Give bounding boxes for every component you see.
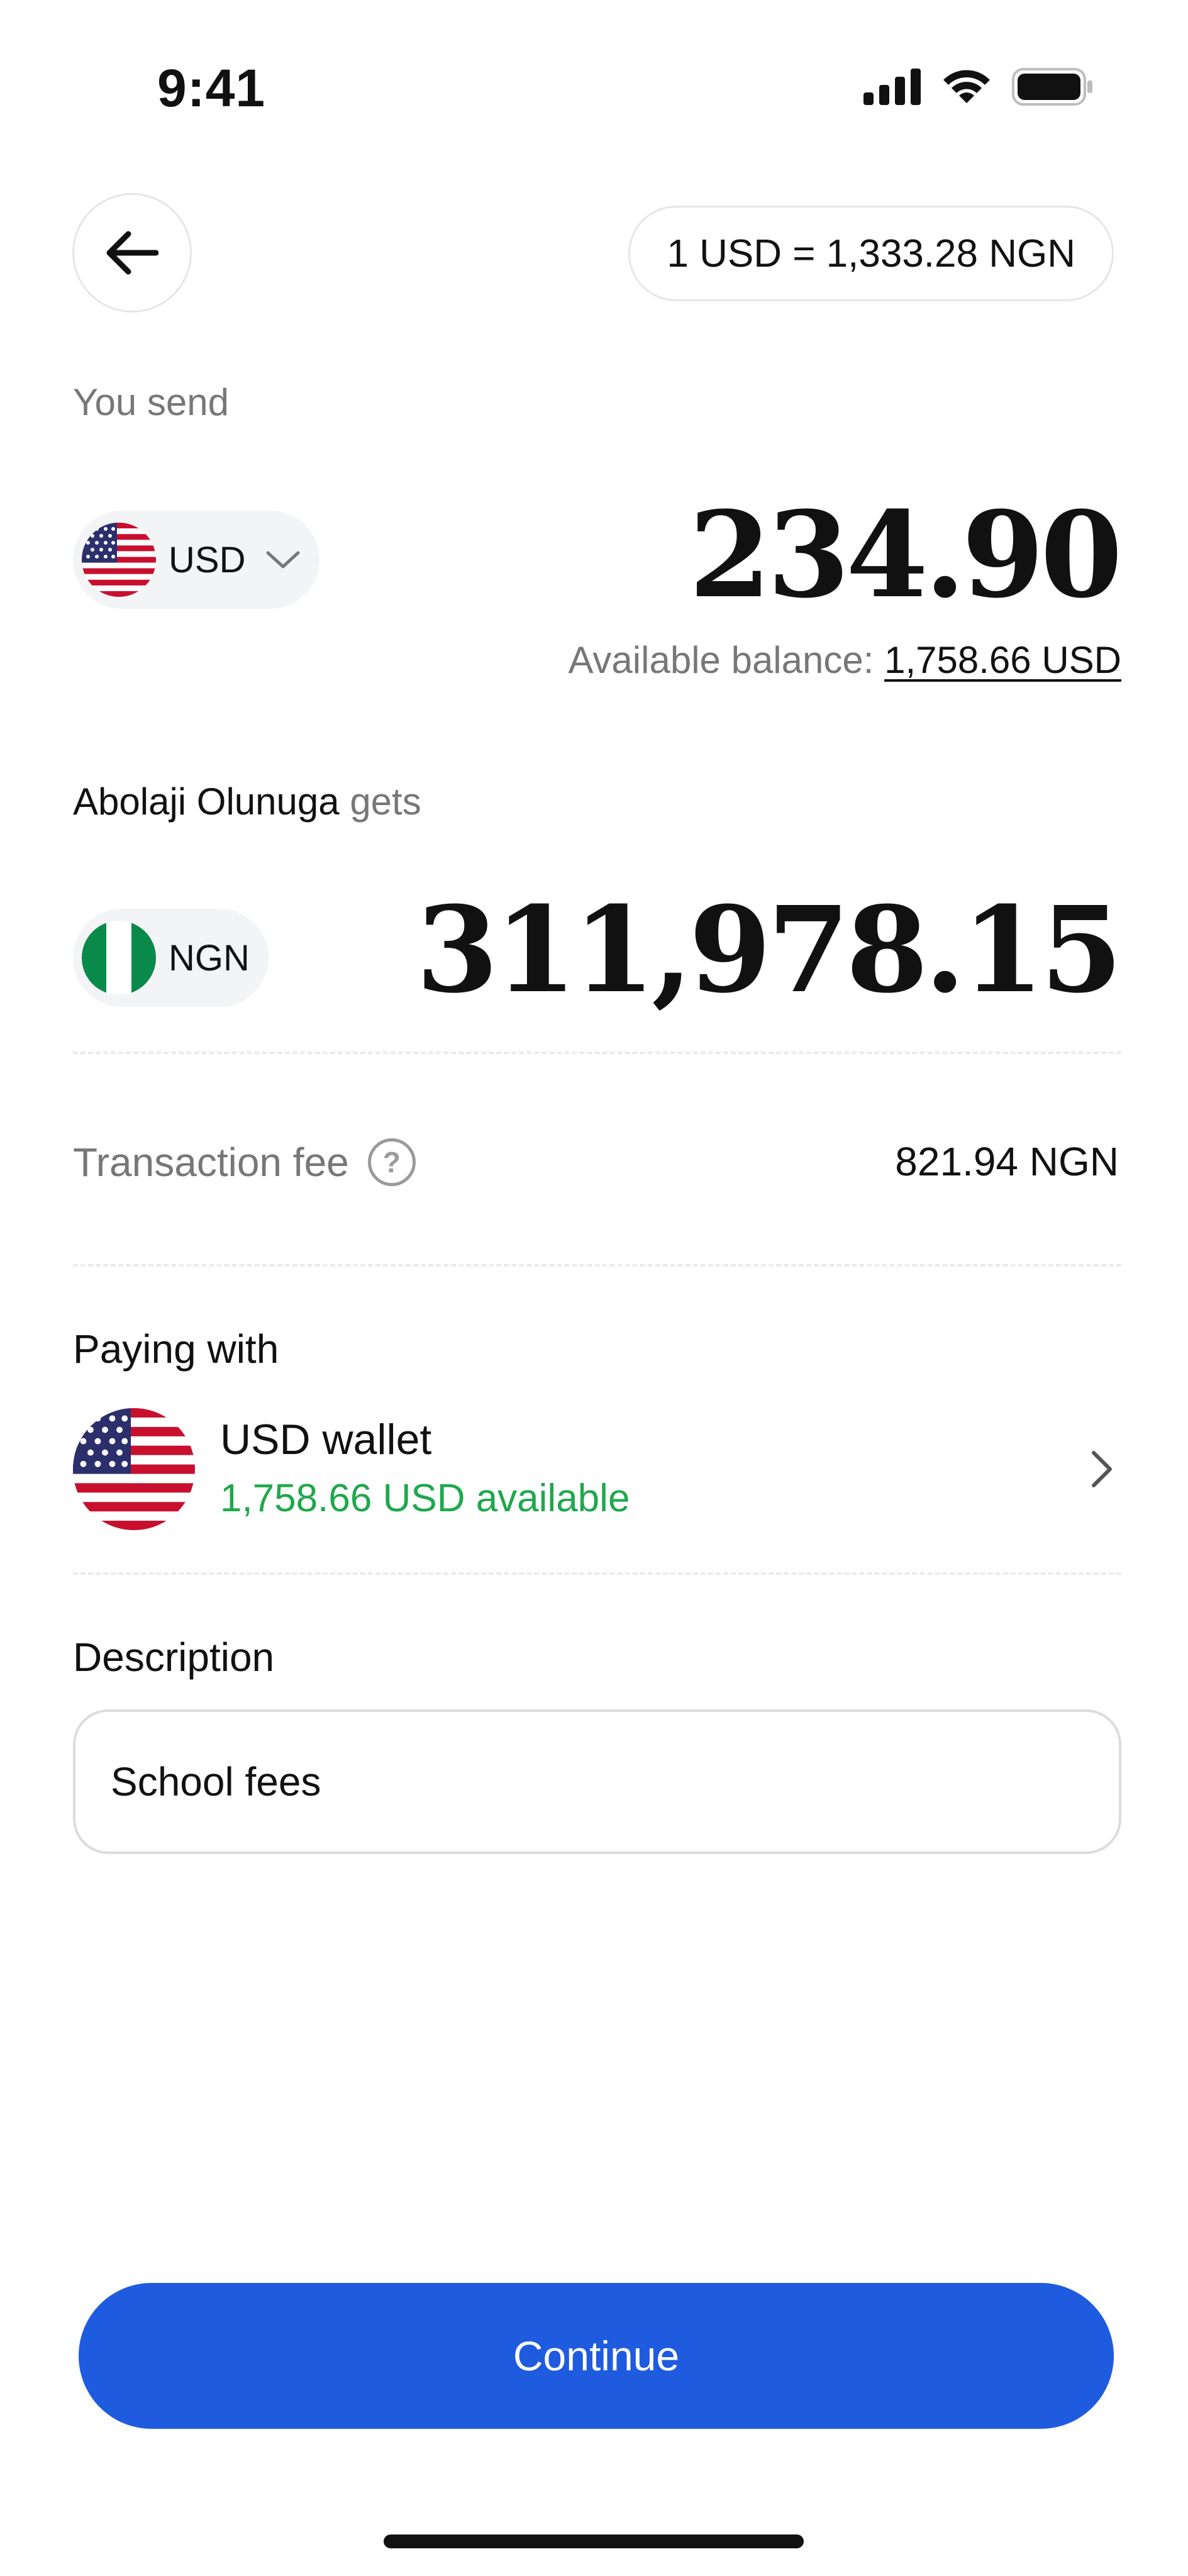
home-indicator[interactable] [384, 2534, 804, 2548]
battery-icon [1012, 68, 1092, 106]
us-flag-icon [73, 1408, 195, 1530]
send-currency-selector[interactable]: USD [73, 511, 320, 609]
us-flag-icon [82, 523, 156, 597]
description-input[interactable]: School fees [73, 1709, 1121, 1854]
question-icon[interactable]: ? [367, 1138, 416, 1186]
transaction-fee-row: Transaction fee ? [73, 1138, 416, 1186]
description-label: Description [73, 1635, 275, 1680]
payment-wallet-selector[interactable]: USD wallet 1,758.66 USD available [73, 1406, 1121, 1532]
recipient-name: Abolaji Olunuga [73, 780, 340, 823]
divider [73, 1572, 1121, 1575]
description-value: School fees [111, 1759, 321, 1804]
gets-label: gets [350, 780, 421, 823]
balance-label: Available balance: [568, 639, 874, 681]
chevron-right-icon [1084, 1444, 1121, 1494]
send-money-screen: 9:41 1 USD = 1,333.28 NGN You send USD 2… [0, 0, 1188, 2576]
arrow-left-icon [106, 231, 158, 275]
available-balance: Available balance: 1,758.66 USD [569, 638, 1122, 682]
wallet-available: 1,758.66 USD available [220, 1476, 630, 1520]
recipient-gets-label: Abolaji Olunuga gets [73, 780, 421, 823]
exchange-rate-pill[interactable]: 1 USD = 1,333.28 NGN [628, 206, 1114, 301]
divider [73, 1264, 1121, 1267]
status-time: 9:41 [157, 58, 266, 118]
transaction-fee-label: Transaction fee [73, 1140, 349, 1185]
back-button[interactable] [72, 193, 192, 313]
continue-button[interactable]: Continue [79, 2283, 1114, 2429]
send-currency-code: USD [169, 539, 246, 580]
signal-icon [863, 69, 921, 105]
wifi-icon [943, 70, 990, 103]
send-amount[interactable]: 234.90 [689, 486, 1123, 625]
wallet-info: USD wallet 1,758.66 USD available [220, 1414, 1084, 1524]
status-icons [863, 68, 1094, 106]
ng-flag-icon [82, 921, 156, 995]
paying-with-label: Paying with [73, 1326, 279, 1372]
receive-currency-code: NGN [169, 937, 250, 979]
balance-value-link[interactable]: 1,758.66 USD [884, 639, 1121, 681]
you-send-label: You send [73, 381, 230, 423]
transaction-fee-value: 821.94 NGN [895, 1139, 1119, 1184]
receive-amount: 311,978.15 [416, 880, 1123, 1019]
divider [73, 1052, 1121, 1054]
chevron-down-icon [266, 551, 300, 569]
wallet-name: USD wallet [220, 1415, 432, 1463]
receive-currency-selector[interactable]: NGN [73, 909, 269, 1007]
